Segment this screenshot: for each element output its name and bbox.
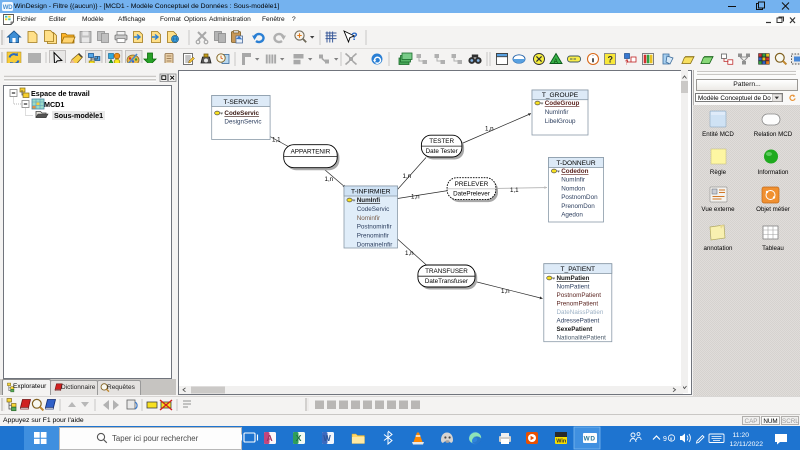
svg-text:PostnomDon: PostnomDon <box>561 194 598 201</box>
svg-text:1,1: 1,1 <box>510 187 519 194</box>
svg-text:DomaineInfir: DomaineInfir <box>357 242 393 249</box>
svg-text:Nomdon: Nomdon <box>561 185 585 192</box>
svg-text:?: ? <box>351 31 358 43</box>
svg-text:11:20: 11:20 <box>732 432 749 439</box>
svg-text:12/11/2022: 12/11/2022 <box>729 441 763 448</box>
svg-text:PostnomPatient: PostnomPatient <box>557 292 602 299</box>
svg-text:NumInfi: NumInfi <box>357 197 381 204</box>
svg-text:TRANSFUSER: TRANSFUSER <box>425 268 468 275</box>
svg-text:DatePrelever: DatePrelever <box>453 191 490 198</box>
svg-text:T_PATIENT: T_PATIENT <box>561 266 596 273</box>
svg-text:NumPatien: NumPatien <box>557 275 590 282</box>
svg-text:DateTransfuser: DateTransfuser <box>425 278 468 285</box>
svg-text:SexePatient: SexePatient <box>557 326 594 333</box>
svg-text:NationalitéPatient: NationalitéPatient <box>557 335 607 342</box>
svg-text:Date Tester: Date Tester <box>426 148 458 155</box>
svg-text:T-DONNEUR: T-DONNEUR <box>556 160 595 167</box>
svg-text:1,n: 1,n <box>501 288 510 295</box>
svg-text:X: X <box>296 433 302 443</box>
svg-text:W: W <box>323 434 331 443</box>
svg-text:T_GROUPE: T_GROUPE <box>542 92 579 99</box>
svg-text:A: A <box>267 433 273 443</box>
svg-text:PRELEVER: PRELEVER <box>455 181 489 188</box>
svg-text:Agedon: Agedon <box>561 212 583 219</box>
svg-text:D: D <box>8 5 13 11</box>
svg-text:9: 9 <box>663 436 667 443</box>
svg-text:1,n: 1,n <box>485 126 494 133</box>
svg-text:T-SERVICE: T-SERVICE <box>224 99 259 106</box>
svg-text:TESTER: TESTER <box>429 138 454 145</box>
svg-text:AdressePatient: AdressePatient <box>557 318 600 325</box>
svg-text:LibelGroup: LibelGroup <box>545 118 576 125</box>
svg-text:DateNaissPatien: DateNaissPatien <box>557 309 604 316</box>
svg-text:D: D <box>590 436 595 443</box>
svg-text:Codedon: Codedon <box>561 168 588 175</box>
svg-text:PrenomPatient: PrenomPatient <box>557 301 599 308</box>
svg-text:NumInfir: NumInfir <box>561 177 585 184</box>
svg-text:1,n: 1,n <box>403 173 412 180</box>
svg-text:NumInfir: NumInfir <box>545 109 569 116</box>
svg-text:Prenominfir: Prenominfir <box>357 233 389 240</box>
svg-text:x: x <box>670 436 673 442</box>
svg-text:Win: Win <box>556 439 567 445</box>
svg-text:Nominfir: Nominfir <box>357 215 380 222</box>
svg-text:CodeGroup: CodeGroup <box>545 100 580 107</box>
svg-text:PrenomDon: PrenomDon <box>561 203 595 210</box>
svg-text:1,1: 1,1 <box>272 137 281 144</box>
svg-text:DesignServic: DesignServic <box>224 118 261 125</box>
svg-text:APPARTENIR: APPARTENIR <box>291 149 331 156</box>
svg-text:1,n: 1,n <box>405 250 414 257</box>
svg-text:1,n: 1,n <box>325 176 334 183</box>
svg-text:Postnominfir: Postnominfir <box>357 224 392 231</box>
svg-text:T-INFIRMIER: T-INFIRMIER <box>351 188 391 195</box>
svg-text:CodeServic: CodeServic <box>224 110 259 117</box>
svg-text:NomPatient: NomPatient <box>557 284 590 291</box>
svg-text:CodeServic: CodeServic <box>357 206 390 213</box>
svg-text:1,n: 1,n <box>411 194 420 201</box>
svg-text:?: ? <box>608 55 614 65</box>
